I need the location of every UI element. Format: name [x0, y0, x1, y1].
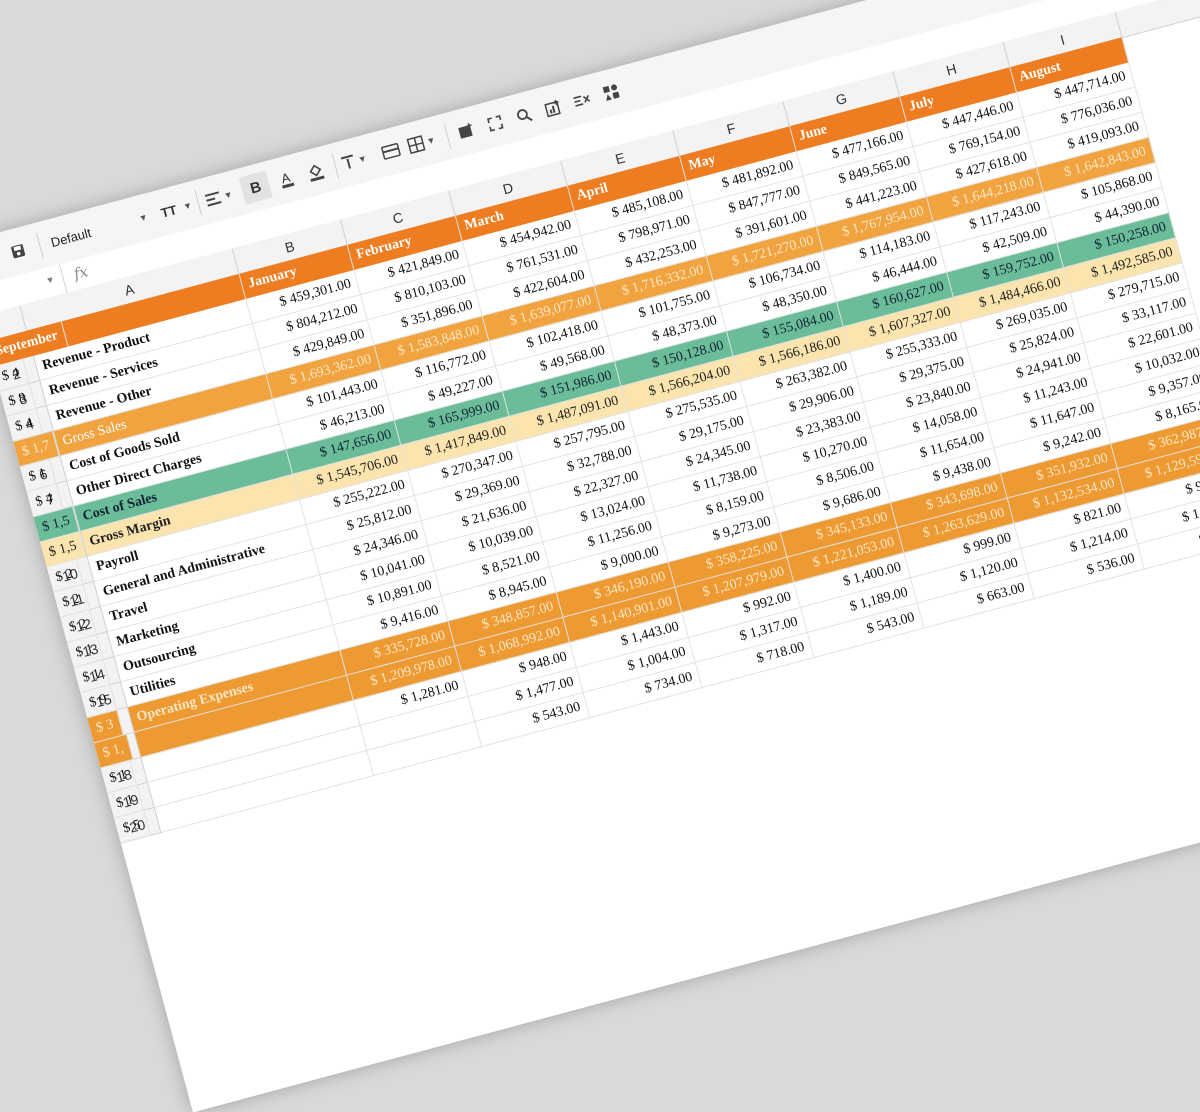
fullscreen-icon[interactable]: [478, 106, 512, 140]
save-icon[interactable]: [1, 234, 35, 268]
text-color-icon[interactable]: A: [269, 162, 303, 196]
bold-icon[interactable]: B: [238, 170, 273, 205]
insert-chart-icon[interactable]: [536, 91, 570, 125]
clear-format-icon[interactable]: [565, 83, 599, 117]
fx-label: fx: [71, 262, 90, 284]
align-left-icon[interactable]: ▼: [202, 180, 236, 214]
wrap-text-icon[interactable]: [374, 134, 408, 168]
font-size-icon[interactable]: TT ▼: [157, 191, 195, 226]
shapes-icon[interactable]: [594, 75, 628, 109]
spreadsheet-stage: Default ▼ TT ▼ ▼ B A ▼ ▼ ▼ fx A B C D E …: [0, 0, 1200, 1112]
vertical-align-icon[interactable]: ▼: [337, 144, 371, 178]
chevron-down-icon: ▼: [44, 273, 56, 286]
chevron-down-icon: ▼: [137, 211, 149, 224]
svg-text:TT: TT: [159, 202, 178, 221]
spreadsheet: Default ▼ TT ▼ ▼ B A ▼ ▼ ▼ fx A B C D E …: [0, 0, 1200, 1112]
font-name: Default: [49, 224, 93, 250]
borders-icon[interactable]: ▼: [405, 126, 439, 160]
toolbar-divider: [194, 190, 203, 216]
fill-color-icon[interactable]: [298, 154, 332, 188]
insert-image-icon[interactable]: [449, 114, 483, 148]
search-icon[interactable]: [507, 98, 541, 132]
